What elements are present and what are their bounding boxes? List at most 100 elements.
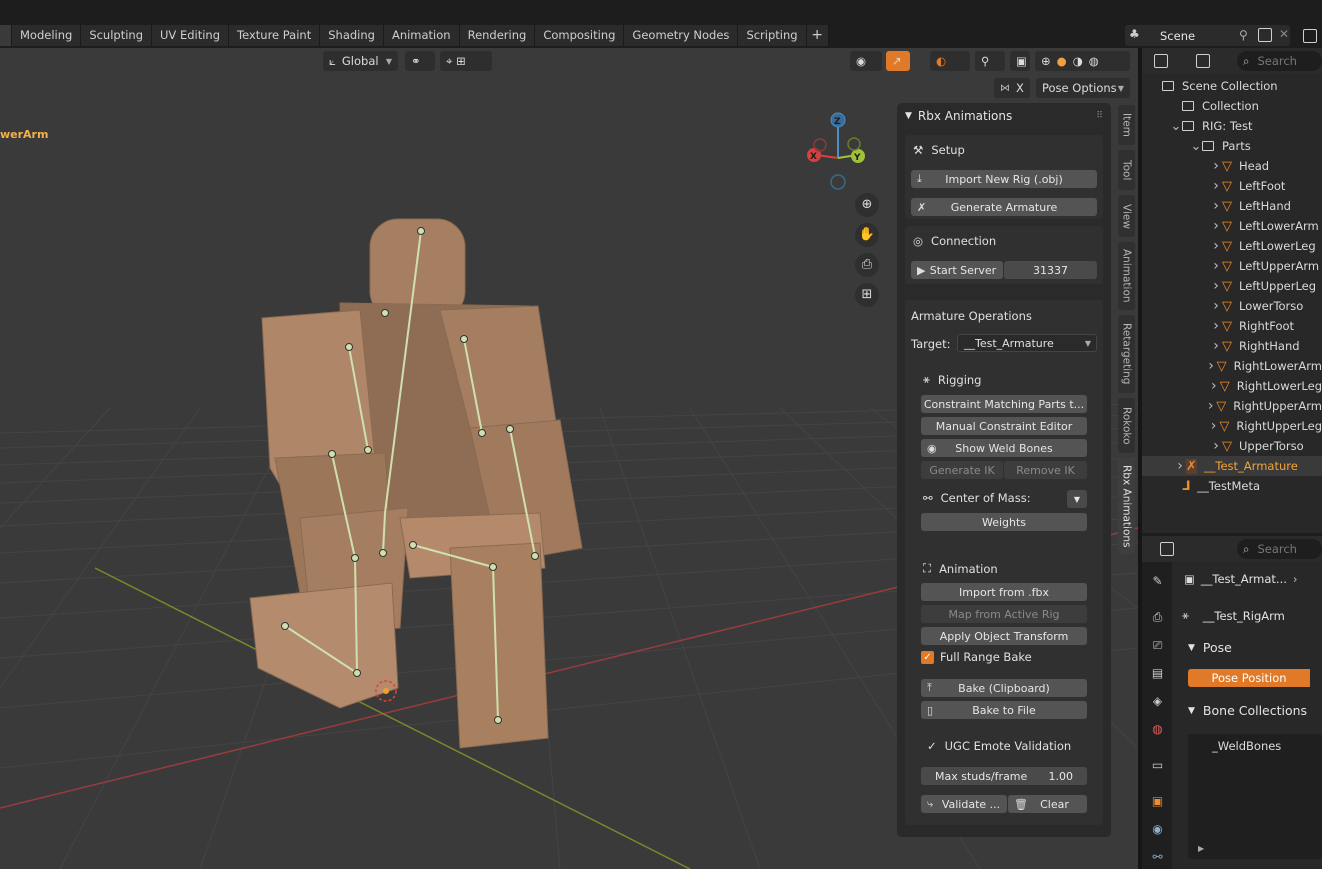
shading-modes[interactable]: ⊕ ● ◑ ◍ <box>1035 51 1130 71</box>
manual-constraint-button[interactable]: Manual Constraint Editor <box>921 417 1087 435</box>
physics-icon[interactable]: ◉ <box>1150 822 1165 837</box>
snap-dropdown[interactable]: ⌖ ⊞ <box>440 51 492 71</box>
outliner-row[interactable]: › ▽ LowerTorso <box>1142 296 1322 316</box>
mirror-x-toggle[interactable]: ⋈ X <box>994 78 1030 98</box>
zoom-icon[interactable]: ⊕ <box>855 193 879 217</box>
world-icon[interactable]: ◍ <box>1150 722 1165 737</box>
expand-icon[interactable]: › <box>1210 338 1222 354</box>
workspace-tab-shading[interactable]: Shading <box>320 25 384 46</box>
outliner-row[interactable]: › ▽ LeftLowerArm <box>1142 216 1322 236</box>
workspace-tab-modeling[interactable]: Modeling <box>12 25 82 46</box>
tab-animation[interactable]: Animation <box>1118 242 1135 310</box>
camera-icon[interactable]: ⎙ <box>855 253 879 277</box>
expand-icon[interactable]: ▶ <box>1198 844 1204 853</box>
orientation-dropdown[interactable]: ⟀ Global ▼ <box>323 51 398 71</box>
tab-rokoko[interactable]: Rokoko <box>1118 398 1135 453</box>
validate-button[interactable]: ⤷ Validate ... <box>921 795 1007 813</box>
expand-icon[interactable]: › <box>1210 318 1222 334</box>
solid-icon[interactable]: ● <box>1057 54 1067 68</box>
material-icon[interactable]: ◑ <box>1073 54 1083 68</box>
bake-file-button[interactable]: ▯ Bake to File <box>921 701 1087 719</box>
overlay-dropdown[interactable]: ◐ <box>930 51 970 71</box>
armature-overlay-dropdown[interactable]: ⚲ <box>975 51 1005 71</box>
show-weld-bones-button[interactable]: ◉ Show Weld Bones <box>921 439 1087 457</box>
tab-item[interactable]: Item <box>1118 105 1135 145</box>
display-mode-icon[interactable] <box>1196 54 1210 68</box>
remove-ik-button[interactable]: Remove IK <box>1004 461 1087 479</box>
expand-icon[interactable]: › <box>1208 418 1220 434</box>
max-studs-field[interactable]: Max studs/frame 1.00 <box>921 767 1087 785</box>
outliner-row[interactable]: Collection <box>1142 96 1322 116</box>
generate-armature-button[interactable]: ✗ Generate Armature <box>911 198 1097 216</box>
editor-type-icon[interactable] <box>1154 54 1168 68</box>
tool-icon[interactable]: ✎ <box>1150 574 1165 589</box>
pin-icon[interactable]: ⚲ <box>1239 28 1248 42</box>
editor-type-icon[interactable] <box>1160 542 1174 556</box>
tab-view[interactable]: View <box>1118 195 1135 237</box>
constraints-icon[interactable]: ⚯ <box>1150 850 1165 865</box>
view-layer-icon[interactable]: ▤ <box>1150 666 1165 681</box>
workspace-tab-sculpting[interactable]: Sculpting <box>81 25 153 46</box>
generate-ik-button[interactable]: Generate IK <box>921 461 1003 479</box>
close-icon[interactable]: ✕ <box>1279 27 1289 41</box>
tab-tool[interactable]: Tool <box>1118 150 1135 190</box>
outliner-row[interactable]: › ▽ RightUpperLeg <box>1142 416 1322 436</box>
new-scene-icon[interactable] <box>1258 28 1272 42</box>
expand-icon[interactable]: › <box>1208 378 1220 394</box>
bone-collection-item[interactable]: _WeldBones <box>1212 739 1281 753</box>
workspace-tab-rendering[interactable]: Rendering <box>459 25 536 46</box>
outliner-row[interactable]: › ▽ LeftUpperLeg <box>1142 276 1322 296</box>
outliner-row[interactable]: Scene Collection <box>1142 76 1322 96</box>
expand-icon[interactable]: › <box>1210 258 1222 274</box>
constraint-matching-button[interactable]: Constraint Matching Parts t... <box>921 395 1087 413</box>
workspace-tab-layout[interactable] <box>0 25 12 46</box>
panel-header[interactable]: ▼ Rbx Animations ⠿ <box>897 103 1111 129</box>
pivot-dropdown[interactable]: ⚭ <box>405 51 435 71</box>
import-fbx-button[interactable]: Import from .fbx <box>921 583 1087 601</box>
xray-toggle[interactable]: ▣ <box>1010 51 1030 71</box>
rendered-icon[interactable]: ◍ <box>1089 54 1099 68</box>
start-server-button[interactable]: ▶ Start Server <box>911 261 1003 279</box>
checkbox-checked-icon[interactable]: ✓ <box>921 650 934 664</box>
workspace-tab-uv-editing[interactable]: UV Editing <box>152 25 230 46</box>
drag-handle-icon[interactable]: ⠿ <box>1096 111 1103 121</box>
collection-icon[interactable]: ▭ <box>1150 758 1165 773</box>
armature-data-field[interactable]: ⚹ __Test_RigArm <box>1182 608 1285 623</box>
target-dropdown[interactable]: __Test_Armature ▼ <box>957 334 1097 352</box>
workspace-tab-animation[interactable]: Animation <box>383 25 460 46</box>
tab-rbx-animations[interactable]: Rbx Animations <box>1118 458 1135 554</box>
port-field[interactable]: 31337 <box>1004 261 1097 279</box>
expand-icon[interactable]: › <box>1210 218 1222 234</box>
weights-button[interactable]: Weights <box>921 513 1087 531</box>
workspace-tab-geometry-nodes[interactable]: Geometry Nodes <box>624 25 739 46</box>
center-of-mass-dropdown[interactable]: ▼ <box>1067 490 1087 508</box>
outliner-row[interactable]: › ▽ RightLowerLeg <box>1142 376 1322 396</box>
wireframe-icon[interactable]: ⊕ <box>1041 54 1051 68</box>
clear-button[interactable]: 🗑 Clear <box>1008 795 1087 813</box>
expand-icon[interactable]: › <box>1210 298 1222 314</box>
outliner-row[interactable]: › ▽ LeftLowerLeg <box>1142 236 1322 256</box>
pose-options-dropdown[interactable]: Pose Options ▼ <box>1036 78 1130 98</box>
expand-icon[interactable]: › <box>1210 158 1222 174</box>
outliner-row[interactable]: ⌄ Parts <box>1142 136 1322 156</box>
grid-view-icon[interactable]: ⊞ <box>855 283 879 307</box>
outliner-row[interactable]: › ▽ RightLowerArm <box>1142 356 1322 376</box>
visibility-dropdown[interactable]: ◉ <box>850 51 882 71</box>
view-layer-icon[interactable] <box>1303 29 1317 43</box>
expand-icon[interactable]: › <box>1205 358 1216 374</box>
outliner-row[interactable]: ⌄ RIG: Test <box>1142 116 1322 136</box>
collapse-icon[interactable]: ⌄ <box>1190 139 1202 154</box>
expand-icon[interactable]: › <box>1205 398 1216 414</box>
outliner-row[interactable]: › ▽ RightFoot <box>1142 316 1322 336</box>
bone-collections-list[interactable]: _WeldBones ▶ <box>1188 734 1322 859</box>
expand-icon[interactable]: › <box>1210 238 1222 254</box>
expand-icon[interactable]: › <box>1210 278 1222 294</box>
collapse-icon[interactable]: ⌄ <box>1170 119 1182 134</box>
workspace-tab-scripting[interactable]: Scripting <box>738 25 807 46</box>
add-workspace-button[interactable]: + <box>806 25 829 46</box>
outliner-row[interactable]: › ▽ LeftUpperArm <box>1142 256 1322 276</box>
gizmo-toggle[interactable]: ↗ <box>886 51 910 71</box>
bone-collections-header[interactable]: ▼ Bone Collections <box>1188 703 1307 718</box>
outliner-row[interactable]: › ✗ __Test_Armature <box>1142 456 1322 476</box>
scene-icon[interactable]: ◈ <box>1150 694 1165 709</box>
